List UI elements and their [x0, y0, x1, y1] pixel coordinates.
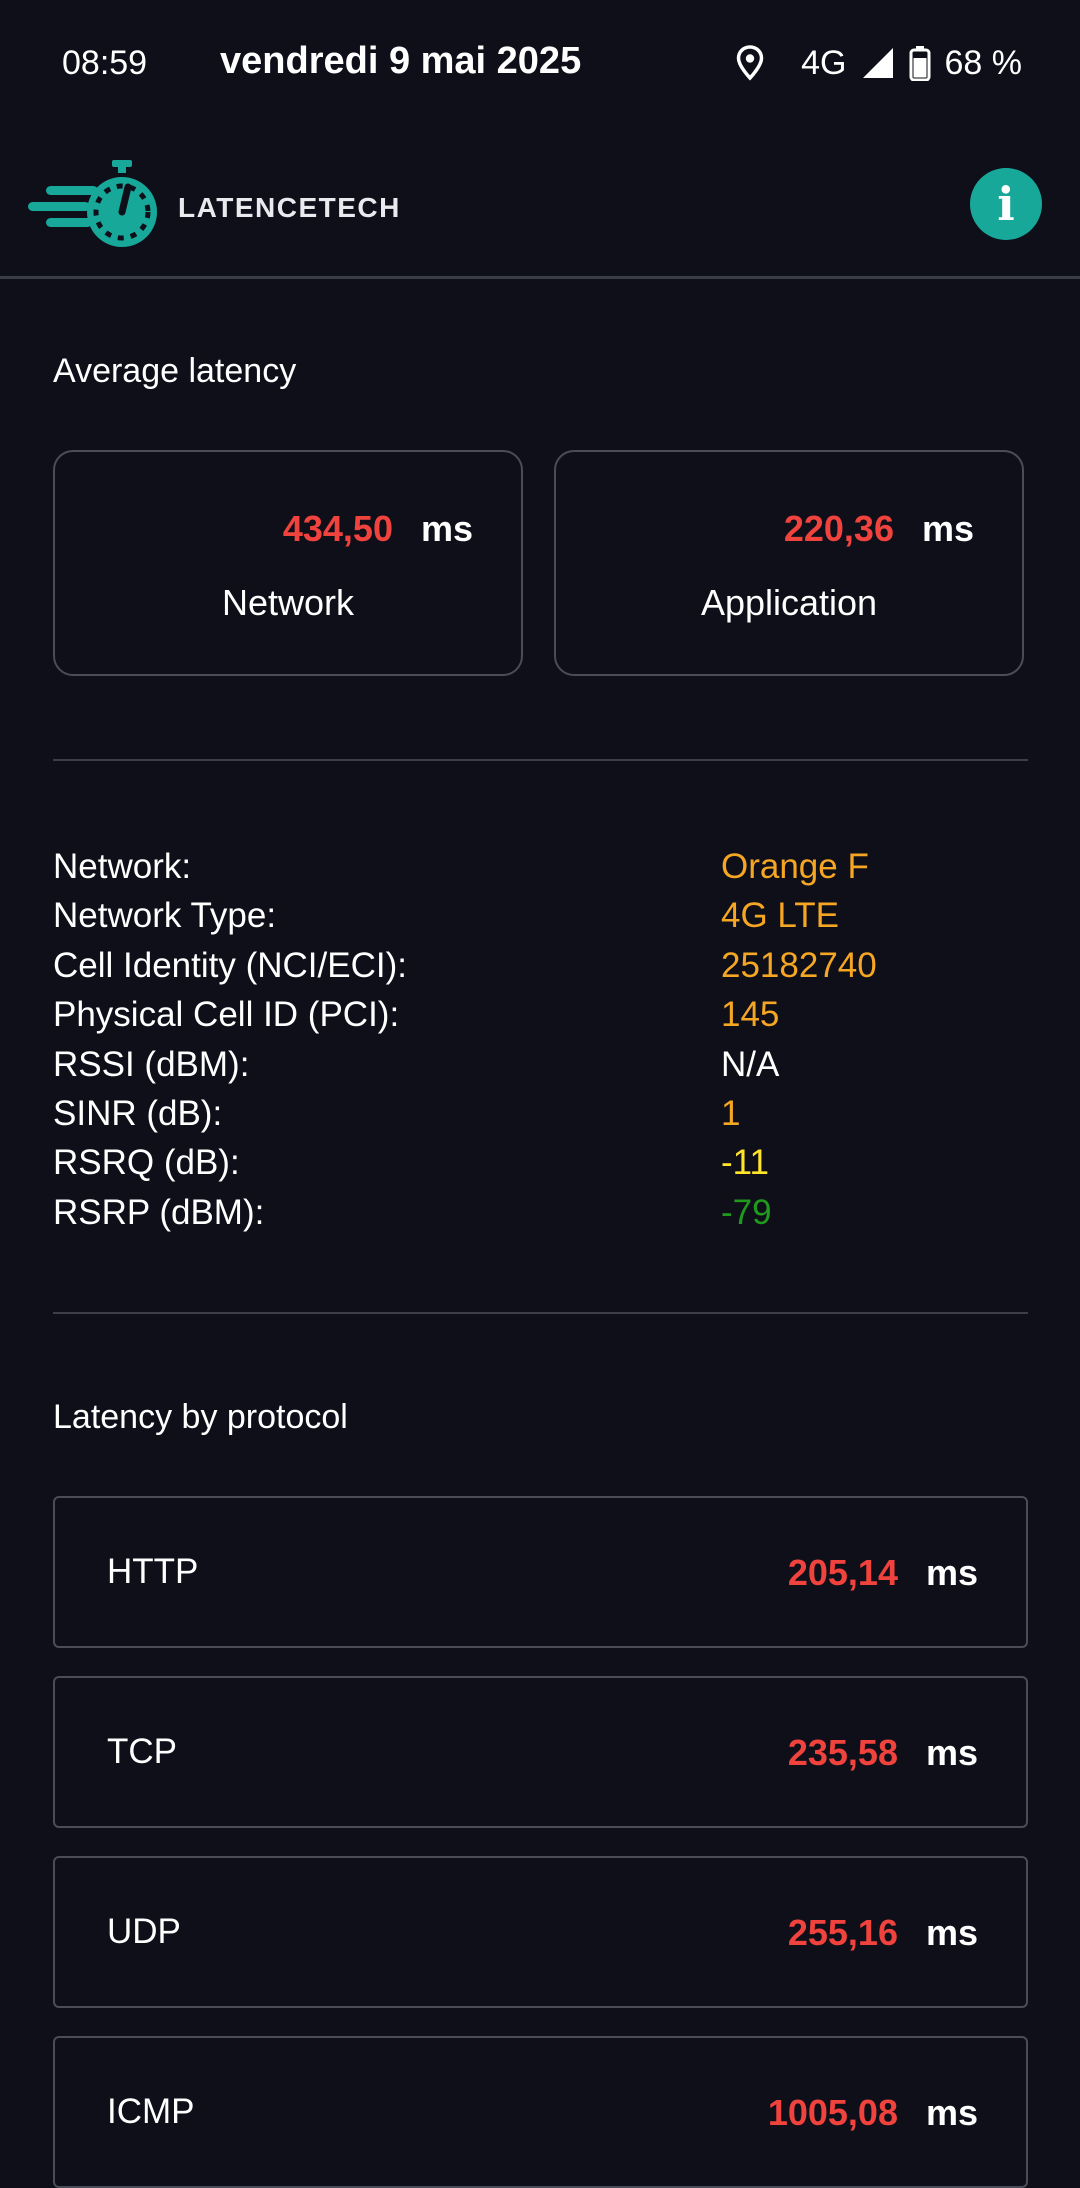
status-icons: 4G 68 %: [735, 38, 1022, 88]
info-value: 25182740: [721, 945, 877, 985]
protocol-name: ICMP: [107, 2092, 195, 2131]
info-key: Cell Identity (NCI/ECI):: [53, 945, 407, 985]
status-date: vendredi 9 mai 2025: [220, 40, 582, 82]
info-key: RSRP (dBM):: [53, 1192, 265, 1232]
application-latency-card: 220,36 ms Application: [554, 450, 1024, 676]
info-key: RSSI (dBM):: [53, 1044, 250, 1084]
brand-name: LATENCETECH: [178, 192, 401, 223]
info-row-pci: Physical Cell ID (PCI): 145: [53, 990, 1028, 1039]
stopwatch-logo-icon: [24, 156, 158, 257]
network-latency-value: 434,50: [282, 508, 393, 549]
info-value: 4G LTE: [721, 896, 840, 936]
network-latency-label: Network: [221, 582, 355, 623]
info-value: Orange F: [721, 847, 869, 886]
protocol-latency-value: 1005,08: [767, 2092, 898, 2133]
info-row-network-type: Network Type: 4G LTE: [53, 891, 1028, 940]
info-row-rsrq: RSRQ (dB): -11: [53, 1138, 1028, 1187]
info-key: SINR (dB):: [53, 1093, 223, 1133]
protocol-card-tcp[interactable]: TCP 235,58 ms: [53, 1676, 1028, 1828]
status-bar: 08:59 vendredi 9 mai 2025 4G 68 %: [0, 0, 1080, 120]
info-value: -11: [721, 1143, 769, 1183]
average-latency-title: Average latency: [53, 352, 297, 390]
info-key: Physical Cell ID (PCI):: [53, 995, 400, 1035]
info-row-sinr: SINR (dB): 1: [53, 1089, 1028, 1138]
network-latency-unit: ms: [420, 508, 473, 549]
info-key: Network Type:: [53, 896, 277, 936]
protocol-latency-value: 255,16: [787, 1912, 898, 1953]
network-type: 4G: [801, 43, 847, 82]
info-value: N/A: [721, 1044, 780, 1084]
status-time: 08:59: [62, 44, 148, 82]
info-row-cell-identity: Cell Identity (NCI/ECI): 25182740: [53, 941, 1028, 990]
protocol-card-icmp[interactable]: ICMP 1005,08 ms: [53, 2036, 1028, 2188]
battery-percent: 68 %: [944, 43, 1023, 82]
protocol-card-http[interactable]: HTTP 205,14 ms: [53, 1496, 1028, 1648]
divider: [53, 759, 1028, 761]
info-value: 145: [721, 995, 780, 1035]
info-key: Network:: [53, 847, 192, 886]
application-latency-unit: ms: [921, 508, 974, 549]
protocol-latency-title: Latency by protocol: [53, 1398, 348, 1436]
info-row-rsrp: RSRP (dBM): -79: [53, 1188, 1028, 1237]
protocol-latency-value: 235,58: [787, 1732, 898, 1773]
protocol-card-udp[interactable]: UDP 255,16 ms: [53, 1856, 1028, 2008]
divider: [53, 1312, 1028, 1314]
network-latency-card: 434,50 ms Network: [53, 450, 523, 676]
info-value: 1: [721, 1093, 741, 1133]
info-row-rssi: RSSI (dBM): N/A: [53, 1040, 1028, 1089]
battery-icon: [909, 45, 931, 81]
application-latency-label: Application: [700, 582, 878, 623]
protocol-name: UDP: [107, 1912, 181, 1951]
location-icon: [735, 45, 765, 81]
info-row-network: Network: Orange F: [53, 842, 1028, 891]
protocol-name: TCP: [107, 1732, 177, 1771]
info-value: -79: [721, 1192, 772, 1232]
protocol-latency-unit: ms: [925, 1732, 978, 1773]
info-key: RSRQ (dB):: [53, 1143, 240, 1183]
application-latency-value: 220,36: [783, 508, 894, 549]
protocol-latency-unit: ms: [925, 1552, 978, 1593]
protocol-latency-unit: ms: [925, 2092, 978, 2133]
protocol-latency-unit: ms: [925, 1912, 978, 1953]
protocol-latency-value: 205,14: [787, 1552, 898, 1593]
signal-icon: [861, 46, 895, 80]
protocol-name: HTTP: [107, 1552, 199, 1591]
app-header: LATENCETECH i: [0, 140, 1080, 279]
network-info-list: Network: Orange F Network Type: 4G LTE C…: [53, 842, 1028, 1237]
info-button[interactable]: i: [970, 168, 1042, 240]
